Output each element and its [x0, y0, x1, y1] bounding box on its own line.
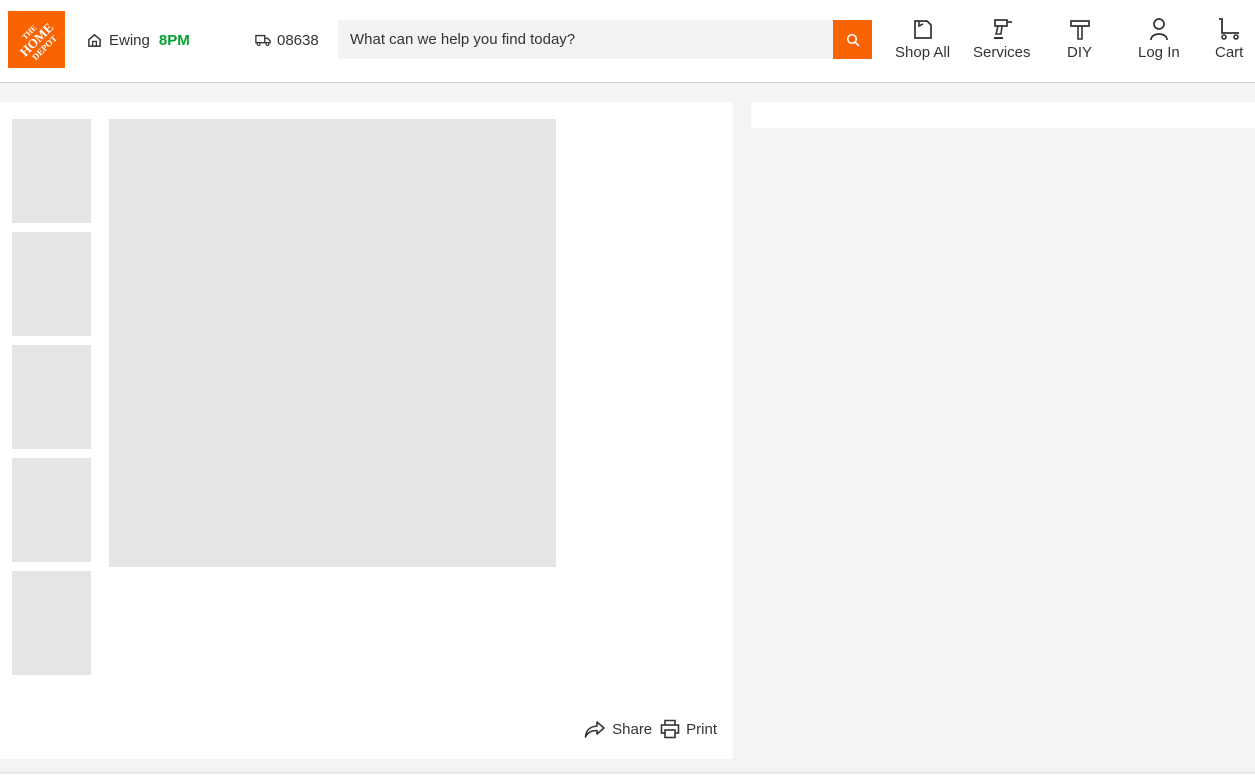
drill-icon [990, 15, 1014, 41]
delivery-zip: 08638 [277, 31, 319, 49]
print-icon [660, 719, 680, 739]
store-icon [88, 33, 101, 47]
search-bar [338, 20, 872, 59]
thumbnail-placeholder[interactable] [12, 232, 91, 336]
store-hours: 8PM [158, 31, 190, 49]
home-depot-logo[interactable]: THE HOME DEPOT [8, 11, 65, 68]
shop-all-icon [912, 15, 934, 41]
hammer-icon [1068, 15, 1092, 41]
cart-icon [1216, 15, 1242, 41]
nav-label: Log In [1138, 44, 1180, 61]
product-actions: Share Print [584, 719, 717, 739]
main-image-placeholder[interactable] [109, 119, 556, 567]
share-icon [584, 721, 605, 738]
store-name: Ewing [109, 31, 150, 49]
print-label: Print [686, 720, 717, 738]
nav-label: Services [973, 44, 1031, 61]
truck-icon [255, 34, 271, 46]
thumbnail-placeholder[interactable] [12, 458, 91, 562]
search-button[interactable] [833, 20, 872, 59]
thumbnail-placeholder[interactable] [12, 345, 91, 449]
share-label: Share [612, 720, 653, 738]
product-info-placeholder [751, 102, 1255, 128]
search-icon [846, 33, 859, 46]
product-media-panel: Share Print [0, 102, 733, 759]
nav-cart[interactable]: Cart [1215, 15, 1243, 61]
nav-label: Shop All [895, 44, 951, 61]
site-header: THE HOME DEPOT Ewing 8PM 08638 What can … [0, 0, 1255, 83]
nav-label: Cart [1215, 44, 1244, 61]
thumbnail-placeholder[interactable] [12, 571, 91, 675]
nav-diy[interactable]: DIY [1067, 15, 1092, 61]
thumbnail-placeholder[interactable] [12, 119, 91, 223]
share-button[interactable]: Share [584, 720, 652, 738]
logo-mark: THE HOME DEPOT [8, 11, 65, 68]
page-divider [0, 772, 1255, 773]
delivery-zip-selector[interactable]: 08638 [255, 30, 319, 50]
search-input[interactable] [338, 20, 833, 59]
user-icon [1149, 15, 1169, 41]
nav-shop-all[interactable]: Shop All [895, 15, 950, 61]
nav-services[interactable]: Services [973, 15, 1031, 61]
store-selector[interactable]: Ewing 8PM [87, 30, 190, 50]
print-button[interactable]: Print [660, 719, 717, 739]
nav-label: DIY [1067, 44, 1093, 61]
nav-log-in[interactable]: Log In [1138, 15, 1180, 61]
